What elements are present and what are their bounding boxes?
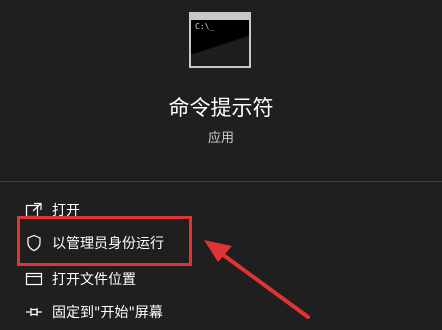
icon-shine (191, 30, 249, 66)
divider (0, 181, 442, 182)
icon-titlebar (191, 14, 249, 20)
highlight-box (17, 216, 192, 266)
menu-item-label: 固定到"开始"屏幕 (52, 305, 163, 321)
app-subtitle: 应用 (207, 131, 234, 146)
app-title: 命令提示符 (168, 96, 274, 120)
file-location-icon (22, 269, 46, 289)
cmd-app-icon: C:\_ (189, 12, 251, 68)
annotation-arrow-icon (204, 240, 310, 319)
start-menu-panel: C:\_ 命令提示符 应用 打开 以管理员身份运行 打开文件位置 固定到"开始"… (0, 0, 442, 330)
icon-prompt-text: C:\_ (195, 22, 215, 31)
pin-icon (22, 302, 46, 322)
menu-item-label: 打开文件位置 (52, 272, 136, 288)
